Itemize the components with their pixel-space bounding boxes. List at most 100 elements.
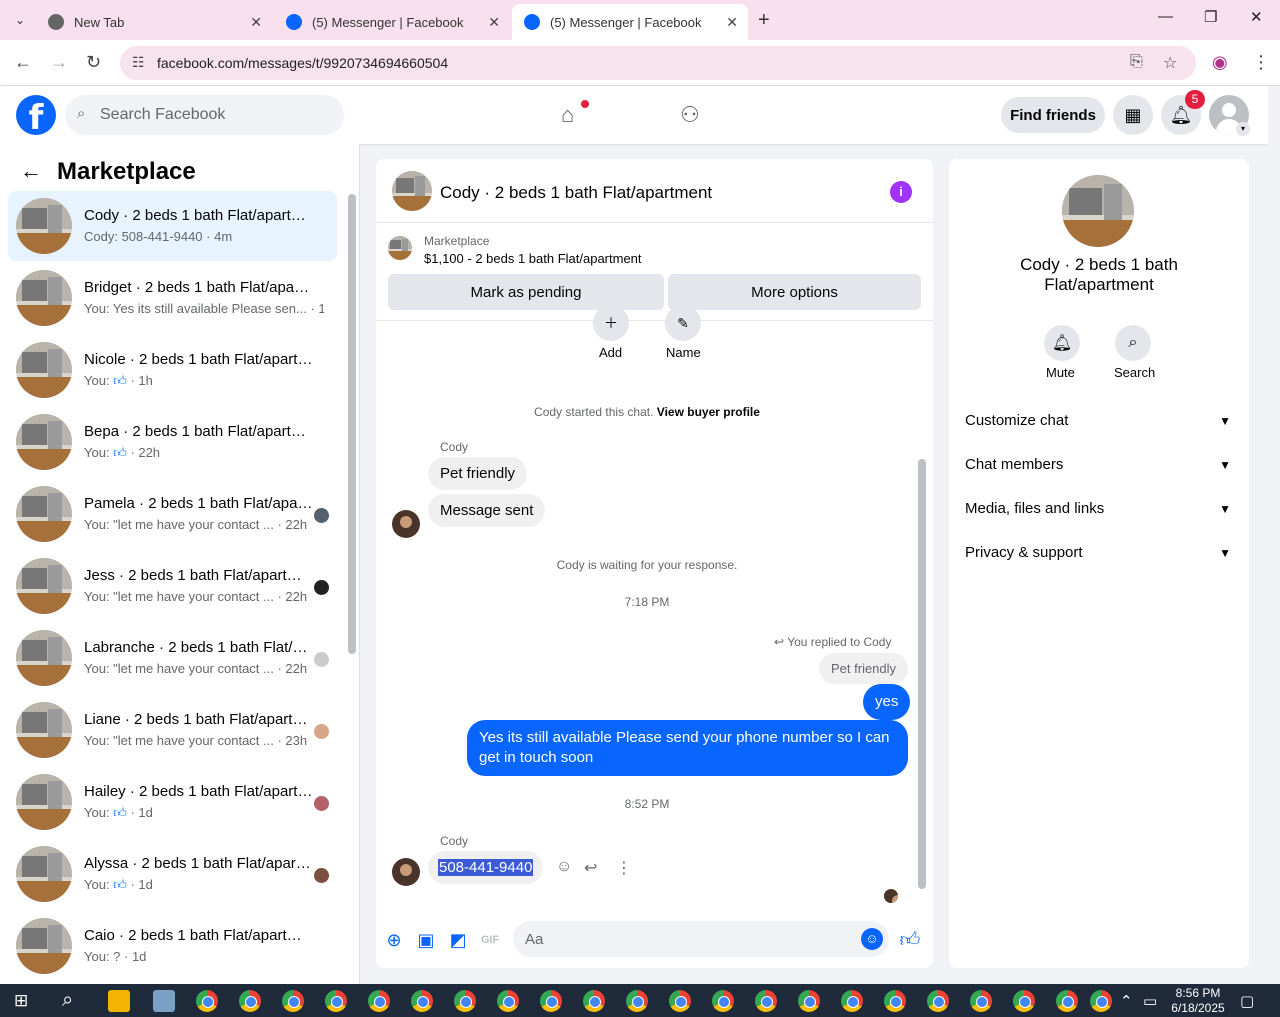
info-icon[interactable]: i: [890, 181, 912, 203]
chat-title[interactable]: Cody · 2 beds 1 bath Flat/apartment: [440, 183, 712, 203]
outgoing-message[interactable]: yes: [863, 684, 911, 720]
paint-icon[interactable]: [153, 990, 175, 1012]
chrome-taskbar-icon[interactable]: [325, 990, 347, 1012]
incoming-message[interactable]: Message sent: [428, 494, 546, 527]
site-info-icon[interactable]: ☷: [132, 54, 145, 71]
mute-bell-icon[interactable]: 🔔︎: [1044, 325, 1080, 361]
conversation-item-labranche[interactable]: Labranche · 2 beds 1 bath Flat/apartment…: [8, 623, 337, 693]
chrome-taskbar-icon[interactable]: [712, 990, 734, 1012]
chrome-taskbar-icon[interactable]: [1090, 990, 1112, 1012]
close-window-icon[interactable]: ✕: [1250, 8, 1263, 26]
gif-icon[interactable]: GIF: [479, 929, 501, 951]
chrome-taskbar-icon[interactable]: [454, 990, 476, 1012]
forward-icon[interactable]: →: [50, 52, 68, 73]
listing-mini-thumbnail[interactable]: [388, 236, 412, 260]
chrome-taskbar-icon[interactable]: [239, 990, 261, 1012]
back-arrow-icon[interactable]: ←: [20, 158, 42, 184]
chrome-taskbar-icon[interactable]: [669, 990, 691, 1012]
chrome-taskbar-icon[interactable]: [583, 990, 605, 1012]
chat-listing-thumbnail[interactable]: [392, 171, 432, 211]
search-icon[interactable]: ⌕: [1115, 325, 1151, 361]
edit-name-icon[interactable]: ✎: [665, 305, 701, 341]
chrome-taskbar-icon[interactable]: [411, 990, 433, 1012]
back-icon[interactable]: ←: [14, 52, 32, 73]
restore-icon[interactable]: ❐: [1204, 8, 1217, 26]
more-options-button[interactable]: More options: [668, 274, 921, 310]
sticker-icon[interactable]: ◩: [447, 929, 469, 951]
chat-scrollbar[interactable]: [918, 329, 926, 889]
section-media-files-links[interactable]: Media, files and links ▼: [965, 500, 1233, 528]
section-chat-members[interactable]: Chat members ▼: [965, 456, 1233, 484]
chrome-taskbar-icon[interactable]: [841, 990, 863, 1012]
chrome-taskbar-icon[interactable]: [196, 990, 218, 1012]
chrome-taskbar-icon[interactable]: [282, 990, 304, 1012]
chrome-taskbar-icon[interactable]: [1013, 990, 1035, 1012]
emoji-icon[interactable]: ☺: [861, 928, 883, 950]
close-tab-icon[interactable]: ✕: [488, 14, 500, 31]
section-customize-chat[interactable]: Customize chat ▼: [965, 412, 1233, 440]
taskbar-clock[interactable]: 8:56 PM 6/18/2025: [1166, 986, 1230, 1016]
chrome-taskbar-icon[interactable]: [497, 990, 519, 1012]
chrome-taskbar-icon[interactable]: [884, 990, 906, 1012]
chrome-taskbar-icon[interactable]: [927, 990, 949, 1012]
quoted-message[interactable]: Pet friendly: [819, 653, 909, 684]
find-friends-button[interactable]: Find friends: [1001, 97, 1105, 133]
close-tab-icon[interactable]: ✕: [250, 14, 262, 31]
tab-search-chevron-icon[interactable]: ⌄: [8, 8, 32, 32]
chrome-taskbar-icon[interactable]: [970, 990, 992, 1012]
mark-as-pending-button[interactable]: Mark as pending: [388, 274, 664, 310]
conversation-item-nicole[interactable]: Nicole · 2 beds 1 bath Flat/apartment Yo…: [8, 335, 337, 405]
page-scrollbar[interactable]: [1268, 86, 1280, 984]
windows-start-icon[interactable]: ⊞: [14, 991, 28, 1011]
details-listing-thumbnail[interactable]: [1062, 175, 1134, 247]
conversation-item-bridget[interactable]: Bridget · 2 beds 1 bath Flat/apartment Y…: [8, 263, 337, 333]
network-icon[interactable]: ▭: [1143, 992, 1157, 1010]
phone-number-text[interactable]: 508-441-9440: [438, 859, 534, 876]
section-privacy-support[interactable]: Privacy & support ▼: [965, 544, 1233, 572]
conversation-item-liane[interactable]: Liane · 2 beds 1 bath Flat/apartment You…: [8, 695, 337, 765]
cody-avatar[interactable]: [392, 510, 420, 538]
file-explorer-icon[interactable]: [108, 990, 130, 1012]
incoming-message[interactable]: 508-441-9440: [428, 851, 544, 884]
conversation-item-caio[interactable]: Caio · 2 beds 1 bath Flat/apartment You:…: [8, 911, 337, 981]
install-app-icon[interactable]: ⎘: [1130, 53, 1143, 71]
conversation-item-pamela[interactable]: Pamela · 2 beds 1 bath Flat/apartment Yo…: [8, 479, 337, 549]
menu-grid-icon[interactable]: ▦: [1113, 95, 1153, 135]
chrome-taskbar-icon[interactable]: [368, 990, 390, 1012]
view-buyer-profile-link[interactable]: View buyer profile: [657, 405, 760, 419]
home-icon[interactable]: ⌂: [561, 102, 574, 128]
photo-icon[interactable]: ▣: [415, 929, 437, 951]
bookmark-star-icon[interactable]: ☆: [1163, 53, 1177, 73]
add-person-icon[interactable]: ＋: [593, 305, 629, 341]
sidebar-scrollbar[interactable]: [348, 194, 356, 654]
tab-messenger-1[interactable]: (5) Messenger | Facebook ✕: [274, 4, 510, 40]
tab-messenger-2[interactable]: (5) Messenger | Facebook ✕: [512, 4, 748, 40]
conversation-item-bepa[interactable]: Bepa · 2 beds 1 bath Flat/apartment You:…: [8, 407, 337, 477]
system-tray-chevron-icon[interactable]: ⌃: [1120, 992, 1133, 1010]
facebook-logo-icon[interactable]: f: [16, 95, 56, 135]
new-tab-icon[interactable]: +: [758, 9, 770, 32]
plus-circle-icon[interactable]: ⊕: [383, 929, 405, 951]
facebook-search[interactable]: ⌕: [65, 95, 344, 135]
chrome-taskbar-icon[interactable]: [540, 990, 562, 1012]
reload-icon[interactable]: ↻: [86, 52, 101, 73]
profile-icon[interactable]: ◉: [1212, 52, 1228, 73]
conversation-item-cody[interactable]: Cody · 2 beds 1 bath Flat/apartment Cody…: [8, 191, 337, 261]
message-input-box[interactable]: ☺: [513, 921, 889, 957]
message-input[interactable]: [525, 921, 845, 957]
more-actions-icon[interactable]: ⋮: [616, 858, 632, 878]
react-emoji-icon[interactable]: ☺: [556, 858, 572, 876]
notifications-center-icon[interactable]: ▢: [1240, 992, 1254, 1010]
chrome-taskbar-icon[interactable]: [626, 990, 648, 1012]
conversation-item-alyssa[interactable]: Alyssa · 2 beds 1 bath Flat/apartment Yo…: [8, 839, 337, 909]
chrome-taskbar-icon[interactable]: [798, 990, 820, 1012]
like-thumb-icon[interactable]: 👍︎: [899, 929, 921, 951]
reply-icon[interactable]: ↩: [584, 858, 597, 878]
search-input[interactable]: [100, 95, 330, 135]
chrome-taskbar-icon[interactable]: [755, 990, 777, 1012]
listing-price[interactable]: $1,100 - 2 beds 1 bath Flat/apartment: [424, 251, 642, 266]
browser-menu-icon[interactable]: ⋮: [1252, 52, 1270, 73]
incoming-message[interactable]: Pet friendly: [428, 457, 528, 490]
tab-new-tab[interactable]: New Tab ✕: [36, 4, 272, 40]
conversation-item-hailey[interactable]: Hailey · 2 beds 1 bath Flat/apartment Yo…: [8, 767, 337, 837]
